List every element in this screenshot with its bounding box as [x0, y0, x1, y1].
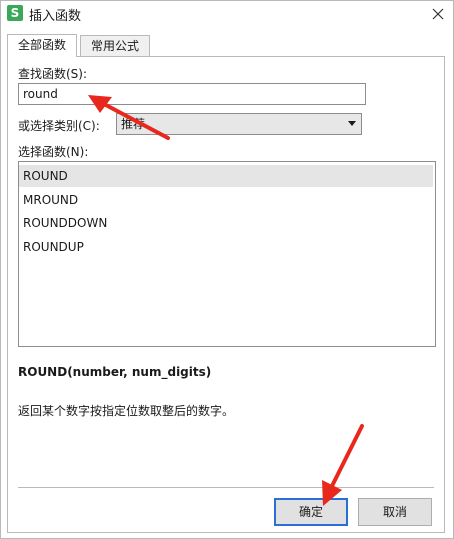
- list-item-round[interactable]: ROUND: [19, 165, 433, 187]
- function-list-label: 选择函数(N):: [18, 145, 89, 159]
- tab-common-formulas[interactable]: 常用公式: [80, 35, 150, 57]
- tab-panel: 查找函数(S): round 或选择类别(C): 推荐 选择函数(N): ROU…: [7, 56, 445, 533]
- list-item-roundup[interactable]: ROUNDUP: [19, 236, 433, 258]
- function-signature: ROUND(number, num_digits): [18, 365, 212, 379]
- search-input[interactable]: round: [18, 83, 366, 105]
- category-selected-value: 推荐: [121, 117, 146, 131]
- title-bar: S 插入函数: [1, 1, 453, 27]
- divider: [18, 487, 434, 488]
- list-item-mround[interactable]: MROUND: [19, 189, 433, 211]
- close-button[interactable]: [423, 1, 453, 27]
- category-select[interactable]: 推荐: [116, 113, 362, 135]
- cancel-button[interactable]: 取消: [358, 498, 432, 526]
- dialog-title: 插入函数: [29, 9, 82, 24]
- close-icon: [432, 8, 444, 20]
- search-label: 查找函数(S):: [18, 67, 88, 81]
- tab-all-functions[interactable]: 全部函数: [7, 34, 77, 57]
- chevron-down-icon: [348, 121, 356, 126]
- category-label: 或选择类别(C):: [18, 119, 100, 133]
- function-description: 返回某个数字按指定位数取整后的数字。: [18, 404, 235, 418]
- app-icon: S: [7, 5, 23, 21]
- function-list[interactable]: ROUND MROUND ROUNDDOWN ROUNDUP: [18, 161, 436, 347]
- list-item-rounddown[interactable]: ROUNDDOWN: [19, 212, 433, 234]
- ok-button[interactable]: 确定: [274, 498, 348, 526]
- insert-function-dialog: S 插入函数 全部函数 常用公式 查找函数(S): round 或选择类别(C)…: [0, 0, 454, 539]
